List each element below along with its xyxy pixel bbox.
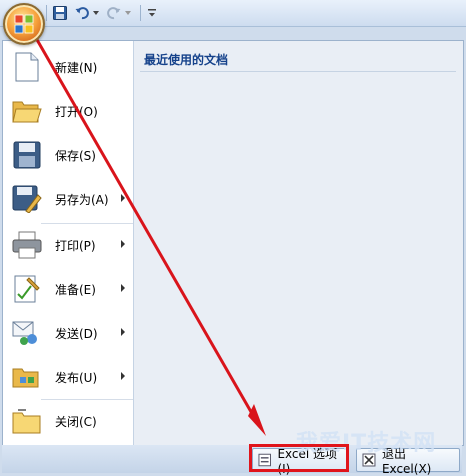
printer-icon xyxy=(11,229,43,261)
chevron-down-icon[interactable] xyxy=(123,5,133,21)
menu-item-prepare[interactable]: 准备(E) xyxy=(7,269,131,309)
recent-documents-panel: 最近使用的文档 xyxy=(134,41,463,445)
submenu-arrow-icon xyxy=(121,372,125,380)
submenu-arrow-icon xyxy=(121,328,125,336)
office-logo-icon xyxy=(14,14,34,34)
save-as-icon xyxy=(11,183,43,215)
menu-item-label: 打开(O) xyxy=(55,104,98,119)
save-icon[interactable] xyxy=(52,5,68,21)
toolbar-separator xyxy=(46,5,47,21)
options-icon xyxy=(258,453,271,467)
menu-item-open[interactable]: 打开(O) xyxy=(7,91,131,131)
recent-documents-title: 最近使用的文档 xyxy=(144,53,229,67)
open-folder-icon xyxy=(11,95,43,127)
exit-excel-button[interactable]: 退出 Excel(X) xyxy=(356,447,460,476)
menu-item-print[interactable]: 打印(P) xyxy=(7,225,131,265)
toolbar-separator xyxy=(140,5,141,21)
redo-icon[interactable] xyxy=(106,5,122,21)
undo-icon[interactable] xyxy=(74,5,90,21)
close-folder-icon xyxy=(11,405,43,437)
excel-options-button[interactable]: Excel 选项(I) xyxy=(252,447,348,476)
menu-item-send[interactable]: 发送(D) xyxy=(7,313,131,353)
menu-item-label: 保存(S) xyxy=(55,148,96,163)
menu-item-label: 准备(E) xyxy=(55,282,96,297)
new-document-icon xyxy=(11,51,43,83)
customize-toolbar-icon[interactable] xyxy=(147,5,157,21)
menu-item-label: 发送(D) xyxy=(55,326,98,341)
menu-commands: 新建(N) 打开(O) 保存(S) 另存为(A) 打印(P) 准备(E) 发送(… xyxy=(3,41,134,445)
menu-item-label: 另存为(A) xyxy=(55,192,109,207)
send-icon xyxy=(11,317,43,349)
excel-options-label: Excel 选项(I) xyxy=(277,446,338,476)
save-icon xyxy=(11,139,43,171)
submenu-arrow-icon xyxy=(121,194,125,202)
office-menu: 新建(N) 打开(O) 保存(S) 另存为(A) 打印(P) 准备(E) 发送(… xyxy=(2,40,464,446)
exit-icon xyxy=(362,453,376,467)
exit-excel-label: 退出 Excel(X) xyxy=(381,446,432,476)
menu-item-publish[interactable]: 发布(U) xyxy=(7,357,131,397)
prepare-icon xyxy=(11,273,43,305)
menu-item-label: 发布(U) xyxy=(55,370,98,385)
menu-item-save-as[interactable]: 另存为(A) xyxy=(7,179,131,219)
quick-access-toolbar xyxy=(0,0,466,27)
menu-divider xyxy=(41,223,133,224)
publish-icon xyxy=(11,361,43,393)
menu-item-new[interactable]: 新建(N) xyxy=(7,47,131,87)
menu-item-label: 打印(P) xyxy=(55,238,96,253)
menu-divider xyxy=(41,399,133,400)
menu-item-close[interactable]: 关闭(C) xyxy=(7,401,131,441)
menu-footer: Excel 选项(I) 退出 Excel(X) xyxy=(2,445,462,476)
recent-divider xyxy=(140,71,456,72)
menu-item-save[interactable]: 保存(S) xyxy=(7,135,131,175)
office-button[interactable] xyxy=(3,3,45,45)
menu-item-label: 关闭(C) xyxy=(55,414,97,429)
menu-item-label: 新建(N) xyxy=(55,60,98,75)
submenu-arrow-icon xyxy=(121,240,125,248)
submenu-arrow-icon xyxy=(121,284,125,292)
chevron-down-icon[interactable] xyxy=(91,5,101,21)
